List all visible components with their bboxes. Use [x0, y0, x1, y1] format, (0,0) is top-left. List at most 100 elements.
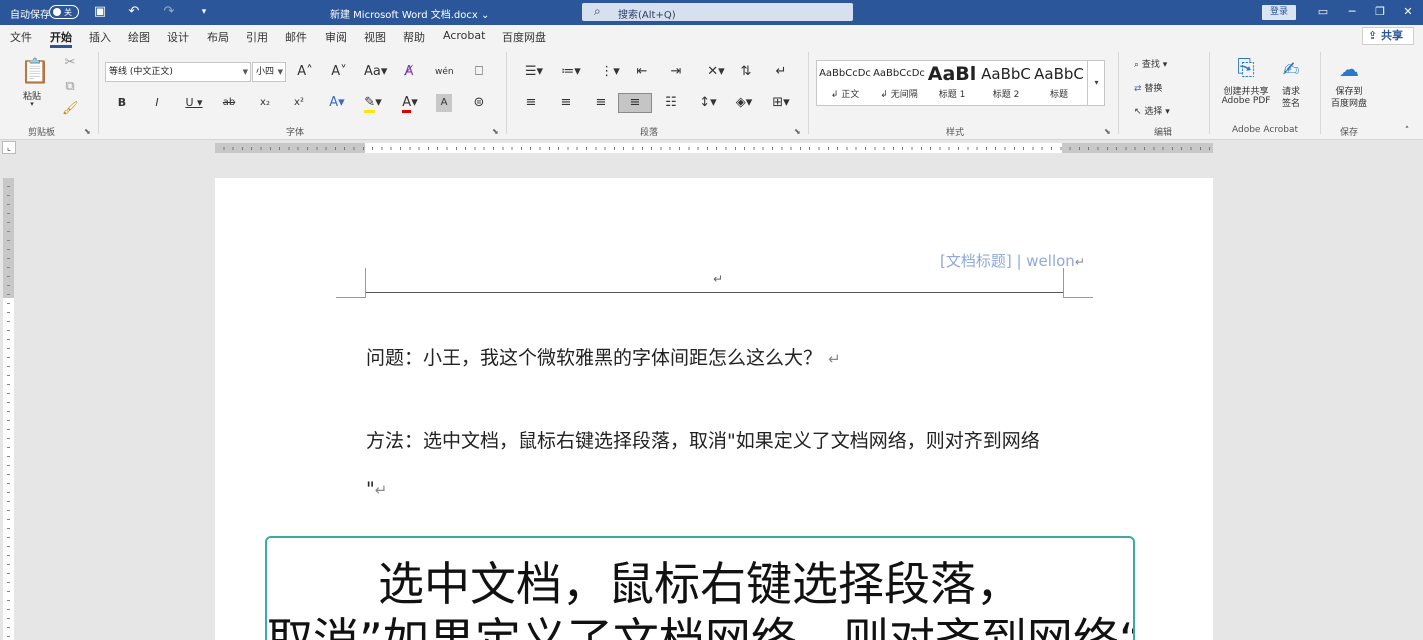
- tab-selector-icon[interactable]: ⌞: [2, 141, 16, 154]
- bold-icon[interactable]: B: [114, 94, 130, 112]
- font-name-combo[interactable]: 等线 (中文正文) ▼: [105, 62, 251, 82]
- copy-icon[interactable]: ⧉: [62, 78, 78, 96]
- baidu-netdisk-icon[interactable]: ☁: [1336, 56, 1362, 82]
- highlight-icon[interactable]: ✎▾: [360, 94, 386, 113]
- login-button[interactable]: 登录: [1262, 5, 1296, 20]
- style-heading-2[interactable]: AaBbC 标题 2: [979, 64, 1033, 104]
- clear-formatting-icon[interactable]: A̸: [400, 63, 418, 81]
- tab-mailings[interactable]: 邮件: [285, 29, 307, 48]
- save-icon[interactable]: ▣: [92, 4, 108, 20]
- increase-indent-icon[interactable]: ⇥: [667, 63, 685, 81]
- paragraph-mark: ↵: [828, 350, 841, 368]
- character-shading-icon[interactable]: A: [436, 94, 452, 112]
- tab-review[interactable]: 审阅: [325, 29, 347, 48]
- paragraph-launcher-icon[interactable]: ⬊: [794, 127, 801, 136]
- undo-icon[interactable]: ↶: [126, 4, 142, 20]
- align-left-icon[interactable]: ≡: [522, 94, 540, 112]
- body-paragraph-2[interactable]: 方法：选中文档，鼠标右键选择段落，取消"如果定义了文档网络，则对齐到网络: [366, 426, 1040, 453]
- document-title[interactable]: 新建 Microsoft Word 文档.docx ⌄: [330, 6, 489, 21]
- styles-more-icon[interactable]: ▾: [1087, 61, 1105, 105]
- clipboard-launcher-icon[interactable]: ⬊: [84, 127, 91, 136]
- align-center-icon[interactable]: ≡: [557, 94, 575, 112]
- borders-icon[interactable]: ⊞▾: [768, 94, 794, 112]
- request-sign-label-2[interactable]: 签名: [1278, 96, 1304, 109]
- numbering-icon[interactable]: ≔▾: [557, 63, 585, 81]
- decrease-indent-icon[interactable]: ⇤: [633, 63, 651, 81]
- superscript-icon[interactable]: x²: [290, 94, 308, 112]
- restore-icon[interactable]: ❐: [1370, 3, 1390, 21]
- underline-icon[interactable]: U ▾: [181, 94, 207, 112]
- align-right-icon[interactable]: ≡: [592, 94, 610, 112]
- request-signature-icon[interactable]: ✍: [1278, 56, 1304, 82]
- vertical-ruler[interactable]: [3, 178, 14, 640]
- change-case-icon[interactable]: Aa▾: [364, 63, 387, 81]
- tab-layout[interactable]: 布局: [207, 29, 229, 48]
- enclose-characters-icon[interactable]: ⊜: [470, 94, 488, 112]
- font-launcher-icon[interactable]: ⬊: [492, 127, 499, 136]
- line-spacing-icon[interactable]: ↕▾: [696, 94, 720, 112]
- justify-icon[interactable]: ≡: [618, 93, 652, 113]
- collapse-ribbon-icon[interactable]: ˄: [1400, 126, 1414, 136]
- tab-design[interactable]: 设计: [167, 29, 189, 48]
- cut-icon[interactable]: ✂: [62, 54, 78, 72]
- subscript-icon[interactable]: x₂: [256, 94, 274, 112]
- share-button[interactable]: ⇪ 共享: [1362, 27, 1414, 45]
- tab-references[interactable]: 引用: [246, 29, 268, 48]
- italic-icon[interactable]: I: [149, 94, 165, 112]
- tab-home[interactable]: 开始: [50, 29, 72, 48]
- create-pdf-icon[interactable]: ⎘: [1234, 56, 1258, 82]
- paste-icon[interactable]: 📋: [20, 56, 50, 86]
- share-label: 共享: [1381, 29, 1404, 42]
- create-pdf-label-2[interactable]: Adobe PDF: [1214, 96, 1278, 106]
- tab-view[interactable]: 视图: [364, 29, 386, 48]
- asian-layout-icon[interactable]: ✕▾: [702, 63, 730, 81]
- tab-draw[interactable]: 绘图: [128, 29, 150, 48]
- document-page[interactable]: [文档标题] | wellon↵ ↵ 问题：小王，我这个微软雅黑的字体间距怎么这…: [215, 178, 1213, 640]
- tab-baidu-netdisk[interactable]: 百度网盘: [502, 29, 546, 48]
- body-paragraph-3[interactable]: "↵: [366, 478, 387, 500]
- shading-icon[interactable]: ◈▾: [731, 94, 757, 112]
- tab-insert[interactable]: 插入: [89, 29, 111, 48]
- tab-file[interactable]: 文件: [10, 29, 32, 48]
- format-painter-icon[interactable]: 🖌: [62, 100, 79, 118]
- acrobat-group-label: Adobe Acrobat: [1232, 125, 1299, 135]
- save-baidu-label-2[interactable]: 百度网盘: [1326, 96, 1372, 109]
- strikethrough-icon[interactable]: ab: [220, 94, 238, 112]
- phonetic-guide-icon[interactable]: wén: [435, 63, 454, 81]
- styles-launcher-icon[interactable]: ⬊: [1104, 127, 1111, 136]
- clipboard-group-label: 剪贴板: [28, 128, 56, 138]
- redo-icon[interactable]: ↷: [161, 4, 177, 20]
- font-color-icon[interactable]: A▾: [397, 94, 423, 113]
- style-normal[interactable]: AaBbCcDc ↲ 正文: [819, 64, 871, 104]
- body-paragraph-1[interactable]: 问题：小王，我这个微软雅黑的字体间距怎么这么大？ ↵: [366, 343, 841, 370]
- close-icon[interactable]: ✕: [1398, 3, 1418, 21]
- customize-toolbar-icon[interactable]: ▾: [196, 4, 212, 20]
- font-size-combo[interactable]: 小四 ▼: [252, 62, 286, 82]
- show-formatting-marks-icon[interactable]: ↵: [772, 63, 790, 81]
- horizontal-ruler[interactable]: [215, 143, 1213, 153]
- autosave-toggle[interactable]: 关: [49, 5, 79, 19]
- style-title[interactable]: AaBbC 标题: [1033, 64, 1085, 104]
- tab-acrobat[interactable]: Acrobat: [443, 29, 485, 48]
- style-no-spacing[interactable]: AaBbCcDc ↲ 无间隔: [873, 64, 925, 104]
- font-size-value: 小四: [256, 67, 275, 77]
- sort-icon[interactable]: ⇅: [737, 63, 755, 81]
- search-input[interactable]: ⌕ 搜索(Alt+Q): [582, 3, 853, 21]
- minimize-icon[interactable]: ─: [1342, 3, 1362, 21]
- ribbon-display-icon[interactable]: ▭: [1313, 3, 1333, 21]
- multilevel-list-icon[interactable]: ⋮▾: [596, 63, 624, 81]
- character-border-icon[interactable]: ⎕: [470, 63, 488, 81]
- shrink-font-icon[interactable]: A˅: [330, 63, 348, 81]
- distributed-icon[interactable]: ☷: [662, 94, 680, 112]
- style-heading-1[interactable]: AaBl 标题 1: [927, 64, 977, 104]
- select-button[interactable]: ↖ 选择 ▾: [1134, 104, 1194, 117]
- style-preview: AaBbC: [1034, 65, 1084, 83]
- find-button[interactable]: ⌕ 查找 ▾: [1134, 57, 1194, 70]
- replace-button[interactable]: ⇄ 替换: [1134, 81, 1194, 94]
- header-title-text: [文档标题] | wellon: [940, 252, 1075, 270]
- grow-font-icon[interactable]: A˄: [296, 63, 314, 81]
- paste-dropdown-icon[interactable]: ▾: [27, 100, 37, 108]
- tab-help[interactable]: 帮助: [403, 29, 425, 48]
- text-effects-icon[interactable]: A▾: [325, 94, 349, 112]
- bullets-icon[interactable]: ☰▾: [520, 63, 548, 81]
